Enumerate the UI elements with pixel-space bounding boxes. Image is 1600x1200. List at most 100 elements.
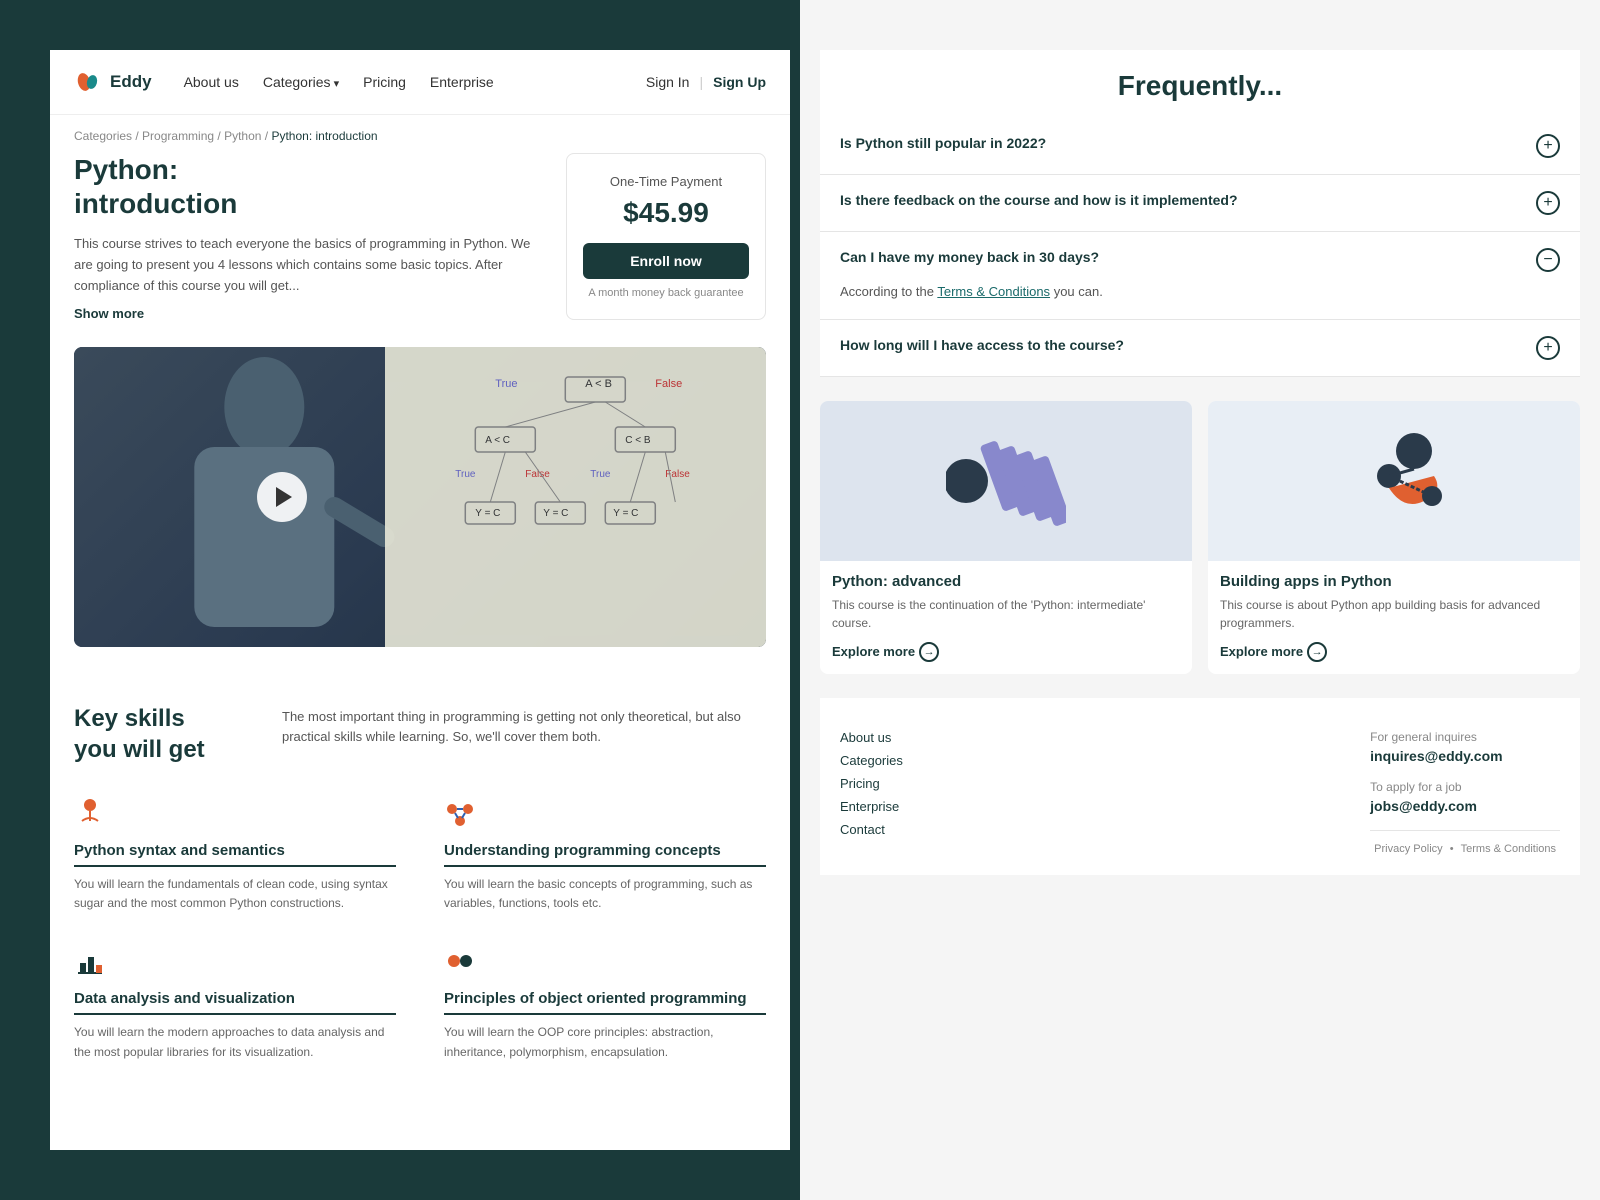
skill-item: Data analysis and visualization You will… xyxy=(74,945,396,1061)
footer-privacy-link[interactable]: Privacy Policy xyxy=(1374,843,1442,855)
skills-header: Key skills you will get The most importa… xyxy=(74,703,766,765)
svg-text:A < B: A < B xyxy=(586,378,613,390)
logo-text: Eddy xyxy=(110,72,152,92)
nav-enterprise[interactable]: Enterprise xyxy=(430,74,494,90)
skill-item: Understanding programming concepts You w… xyxy=(444,797,766,913)
nav-about[interactable]: About us xyxy=(184,74,239,90)
footer-link-categories[interactable]: Categories xyxy=(840,753,903,768)
skill-desc: You will learn the modern approaches to … xyxy=(74,1023,396,1061)
nav-auth: Sign In | Sign Up xyxy=(646,74,766,90)
faq-item[interactable]: How long will I have access to the cours… xyxy=(820,320,1580,377)
footer-general-email[interactable]: inquires@eddy.com xyxy=(1370,748,1560,764)
footer-link-pricing[interactable]: Pricing xyxy=(840,776,903,791)
explore-more-link[interactable]: Explore more → xyxy=(832,642,1180,662)
skill-name: Understanding programming concepts xyxy=(444,842,766,867)
svg-text:C < B: C < B xyxy=(626,435,652,446)
footer-link-enterprise[interactable]: Enterprise xyxy=(840,799,903,814)
payment-type: One-Time Payment xyxy=(583,174,749,189)
svg-text:Y = C: Y = C xyxy=(476,508,501,519)
skill-name: Principles of object oriented programmin… xyxy=(444,990,766,1015)
breadcrumb-categories[interactable]: Categories xyxy=(74,129,132,143)
person-illustration xyxy=(1334,421,1454,541)
explore-more-link[interactable]: Explore more → xyxy=(1220,642,1568,662)
skill-desc: You will learn the basic concepts of pro… xyxy=(444,875,766,913)
faq-toggle[interactable]: + xyxy=(1536,336,1560,360)
svg-text:True: True xyxy=(591,469,612,480)
footer-contact: For general inquires inquires@eddy.com T… xyxy=(1370,730,1560,855)
svg-text:Y = C: Y = C xyxy=(544,508,569,519)
navbar: Eddy About us Categories Pricing Enterpr… xyxy=(50,50,790,115)
breadcrumb: Categories / Programming / Python / Pyth… xyxy=(50,115,790,153)
skill-desc: You will learn the fundamentals of clean… xyxy=(74,875,396,913)
course-card-title: Python: advanced xyxy=(832,573,1180,590)
nav-categories[interactable]: Categories xyxy=(263,74,339,90)
course-card: Python: advanced This course is the cont… xyxy=(820,401,1192,674)
nav-divider: | xyxy=(699,74,703,90)
skill-item: Principles of object oriented programmin… xyxy=(444,945,766,1061)
footer-general-label: For general inquires xyxy=(1370,730,1560,744)
course-card-desc: This course is about Python app building… xyxy=(1220,596,1568,632)
explore-arrow-icon: → xyxy=(1307,642,1327,662)
code-icon xyxy=(74,797,106,829)
svg-text:False: False xyxy=(656,378,683,390)
faq-item[interactable]: Is Python still popular in 2022? + xyxy=(820,118,1580,175)
nav-pricing[interactable]: Pricing xyxy=(363,74,406,90)
svg-text:Y = C: Y = C xyxy=(614,508,639,519)
faq-heading: Frequently... xyxy=(820,50,1580,118)
main-content: Eddy About us Categories Pricing Enterpr… xyxy=(50,50,790,1150)
footer-link-contact[interactable]: Contact xyxy=(840,822,903,837)
concept-icon xyxy=(444,797,476,829)
chart-icon xyxy=(74,945,106,977)
skills-description: The most important thing in programming … xyxy=(282,703,766,765)
faq-section: Frequently... Is Python still popular in… xyxy=(820,50,1580,377)
faq-expanded-header: Can I have my money back in 30 days? − xyxy=(840,248,1560,272)
skill-name: Data analysis and visualization xyxy=(74,990,396,1015)
course-card-title: Building apps in Python xyxy=(1220,573,1568,590)
terms-conditions-link[interactable]: Terms & Conditions xyxy=(937,284,1050,299)
breadcrumb-programming[interactable]: Programming xyxy=(142,129,214,143)
payment-price: $45.99 xyxy=(583,197,749,229)
course-description: This course strives to teach everyone th… xyxy=(74,234,542,296)
faq-question: How long will I have access to the cours… xyxy=(840,336,1520,356)
svg-text:True: True xyxy=(496,378,518,390)
enroll-button[interactable]: Enroll now xyxy=(583,243,749,279)
right-panel: Frequently... Is Python still popular in… xyxy=(800,0,1600,1200)
skill-item: Python syntax and semantics You will lea… xyxy=(74,797,396,913)
payment-card: One-Time Payment $45.99 Enroll now A mon… xyxy=(566,153,766,320)
course-card-body: Building apps in Python This course is a… xyxy=(1208,561,1580,674)
footer-nav: About us Categories Pricing Enterprise C… xyxy=(840,730,903,855)
faq-answer: According to the Terms & Conditions you … xyxy=(840,282,1560,303)
play-icon xyxy=(276,487,292,507)
signup-link[interactable]: Sign Up xyxy=(713,74,766,90)
svg-text:True: True xyxy=(456,469,477,480)
faq-item[interactable]: Is there feedback on the course and how … xyxy=(820,175,1580,232)
key-skills-section: Key skills you will get The most importa… xyxy=(50,679,790,1094)
footer-separator: • xyxy=(1450,843,1454,855)
footer-job-email[interactable]: jobs@eddy.com xyxy=(1370,798,1560,814)
course-title: Python: introduction xyxy=(74,153,542,220)
logo[interactable]: Eddy xyxy=(74,68,152,96)
footer-link-about[interactable]: About us xyxy=(840,730,903,745)
whiteboard: True A < B False A < C C < B True False … xyxy=(385,347,766,647)
whiteboard-diagram: True A < B False A < C C < B True False … xyxy=(385,347,766,647)
play-button[interactable] xyxy=(257,472,307,522)
faq-question: Can I have my money back in 30 days? xyxy=(840,248,1536,268)
oop-icon xyxy=(444,945,476,977)
page-wrapper: Eddy About us Categories Pricing Enterpr… xyxy=(0,0,1600,1200)
bars-illustration xyxy=(946,421,1066,541)
money-back-guarantee: A month money back guarantee xyxy=(583,287,749,299)
course-card-desc: This course is the continuation of the '… xyxy=(832,596,1180,632)
show-more-link[interactable]: Show more xyxy=(74,306,144,321)
course-thumbnail xyxy=(1208,401,1580,561)
faq-toggle[interactable]: + xyxy=(1536,134,1560,158)
footer-terms-link[interactable]: Terms & Conditions xyxy=(1461,843,1556,855)
video-player[interactable]: True A < B False A < C C < B True False … xyxy=(74,347,766,647)
signin-link[interactable]: Sign In xyxy=(646,74,690,90)
faq-toggle[interactable]: + xyxy=(1536,191,1560,215)
top-dark-strip xyxy=(0,0,490,50)
breadcrumb-python[interactable]: Python xyxy=(224,129,261,143)
faq-toggle[interactable]: − xyxy=(1536,248,1560,272)
faq-question: Is there feedback on the course and how … xyxy=(840,191,1520,211)
footer-bottom: Privacy Policy • Terms & Conditions xyxy=(1370,830,1560,855)
course-card: Building apps in Python This course is a… xyxy=(1208,401,1580,674)
